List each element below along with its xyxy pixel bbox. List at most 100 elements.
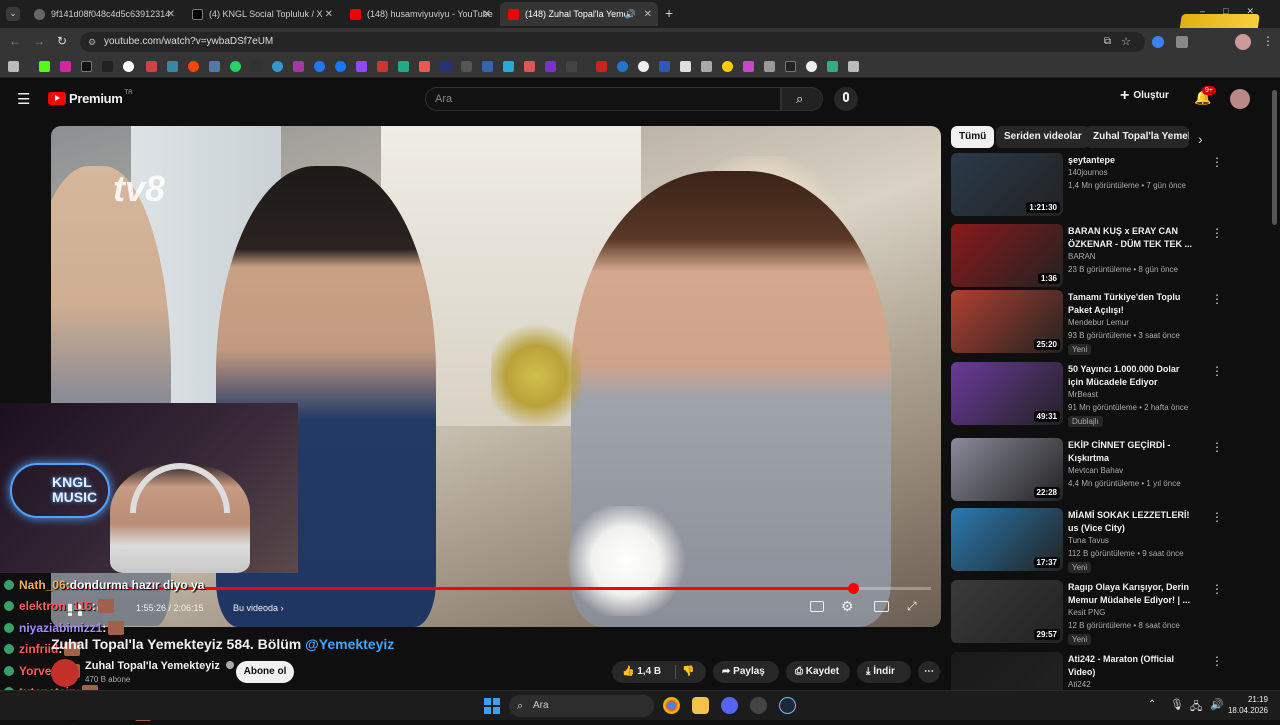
recommended-video[interactable]: 1:36 BARAN KUŞ x ERAY CAN ÖZKENAR - DÜM T… — [951, 224, 1271, 290]
fullscreen-icon[interactable]: ⤢ — [907, 599, 917, 614]
channel-name[interactable]: Tuna Tavus — [1068, 536, 1109, 545]
share-button[interactable]: ➦ Paylaş — [713, 661, 779, 683]
video-title[interactable]: Ati242 - Maraton (Official Video) — [1068, 653, 1193, 679]
channel-name[interactable]: Zuhal Topal'la Yemekteyiz — [85, 660, 234, 672]
bookmark-icon[interactable] — [251, 61, 262, 72]
close-icon[interactable]: ✕ — [644, 9, 652, 20]
bookmark-icon[interactable] — [785, 61, 796, 72]
chevron-right-icon[interactable]: › — [1198, 131, 1203, 147]
recommended-video[interactable]: 22:28 EKİP CİNNET GEÇİRDİ - Kışkırtma Mevt… — [951, 438, 1271, 504]
kick-icon[interactable] — [39, 61, 50, 72]
apps-icon[interactable] — [8, 61, 19, 72]
forward-icon[interactable]: → — [33, 34, 45, 48]
more-options-icon[interactable]: ⋮ — [1211, 155, 1223, 169]
more-options-icon[interactable]: ⋮ — [1211, 226, 1223, 240]
browser-tab[interactable]: (148) husamviyuviyu - YouTube ✕ — [342, 2, 497, 26]
instagram-icon[interactable] — [60, 61, 71, 72]
bookmark-icon[interactable] — [461, 61, 472, 72]
browser-tab-active[interactable]: (148) Zuhal Topal'la Yemek 🔊 ✕ — [500, 2, 658, 26]
windows-start-icon[interactable] — [484, 698, 500, 714]
video-thumbnail[interactable]: 22:28 — [951, 438, 1063, 501]
browser-tab[interactable]: (4) KNGL Social Topluluk / X ✕ — [184, 2, 339, 26]
channel-name[interactable]: MrBeast — [1068, 390, 1098, 399]
account-avatar[interactable] — [1230, 89, 1250, 109]
site-info-icon[interactable]: ⚙ — [88, 32, 96, 52]
bookmark-icon[interactable] — [566, 61, 577, 72]
tray-mic-icon[interactable]: 🎙 — [1170, 698, 1184, 711]
bookmark-icon[interactable] — [701, 61, 712, 72]
voice-search-button[interactable] — [834, 87, 858, 111]
channel-name[interactable]: Mevtcan Bahav — [1068, 466, 1123, 475]
progress-scrubber-handle[interactable] — [848, 583, 859, 594]
bookmark-icon[interactable] — [209, 61, 220, 72]
video-thumbnail[interactable]: 25:20 — [951, 290, 1063, 353]
bookmark-icon[interactable] — [764, 61, 775, 72]
chrome-icon[interactable] — [663, 697, 680, 714]
more-options-icon[interactable]: ⋮ — [1211, 292, 1223, 306]
x-icon[interactable] — [81, 61, 92, 72]
bookmark-icon[interactable] — [680, 61, 691, 72]
video-thumbnail[interactable]: 1:36 — [951, 224, 1063, 287]
more-options-icon[interactable]: ⋮ — [1211, 510, 1223, 524]
bookmark-icon[interactable] — [419, 61, 430, 72]
bookmark-icon[interactable] — [638, 61, 649, 72]
app-icon[interactable] — [750, 697, 767, 714]
bookmark-icon[interactable] — [743, 61, 754, 72]
twitch-icon[interactable] — [356, 61, 367, 72]
channel-avatar[interactable] — [51, 659, 79, 687]
url-field[interactable]: ⚙ youtube.com/watch?v=ywbaDSf7eUM ⧉ ☆ — [80, 32, 1145, 52]
video-title[interactable]: Tamamı Türkiye'den Toplu Paket Açılışı! — [1068, 291, 1193, 317]
channel-tag-link[interactable]: @Yemekteyiz — [305, 636, 394, 652]
bookmark-icon[interactable] — [440, 61, 451, 72]
video-title[interactable]: MİAMİ SOKAK LEZZETLERİ! us (Vice City) — [1068, 509, 1193, 535]
file-explorer-icon[interactable] — [692, 697, 709, 714]
recommended-video[interactable]: 1:21:30 şeytantepe 140journos 1,4 Mn görünt… — [951, 153, 1271, 219]
more-actions-button[interactable]: ⋯ — [918, 661, 940, 683]
whatsapp-icon[interactable] — [230, 61, 241, 72]
profile-avatar[interactable] — [1235, 34, 1251, 50]
channel-name[interactable]: Kesit PNG — [1068, 608, 1105, 617]
bookmark-icon[interactable] — [377, 61, 388, 72]
channel-name[interactable]: BARAN — [1068, 252, 1096, 261]
search-input[interactable]: Ara — [425, 87, 781, 111]
chip-series-videos[interactable]: Seriden videolar — [996, 126, 1090, 148]
reddit-icon[interactable] — [188, 61, 199, 72]
page-scrollbar[interactable] — [1272, 90, 1277, 225]
bookmark-icon[interactable] — [722, 61, 733, 72]
bookmark-icon[interactable] — [503, 61, 514, 72]
notifications-button[interactable]: 🔔 9+ — [1194, 86, 1216, 107]
speaker-icon[interactable]: 🔊 — [625, 9, 636, 20]
bookmark-icon[interactable] — [827, 61, 838, 72]
discord-icon[interactable] — [721, 697, 738, 714]
bookmark-icon[interactable] — [545, 61, 556, 72]
youtube-logo[interactable]: Premium TR — [48, 90, 133, 106]
clock-time[interactable]: 21:19 — [1240, 695, 1268, 704]
bookmark-icon[interactable] — [314, 61, 325, 72]
reload-icon[interactable]: ↻ — [57, 34, 67, 48]
google-icon[interactable] — [123, 61, 134, 72]
video-title[interactable]: BARAN KUŞ x ERAY CAN ÖZKENAR - DÜM TEK T… — [1068, 225, 1193, 251]
download-button[interactable]: ⤓ İndir — [857, 661, 911, 683]
channel-name[interactable]: 140journos — [1068, 168, 1108, 177]
video-thumbnail[interactable]: 29:57 — [951, 580, 1063, 643]
extension-icon[interactable] — [1152, 36, 1164, 48]
more-options-icon[interactable]: ⋮ — [1211, 582, 1223, 596]
recommended-video[interactable]: 29:57 Ragıp Olaya Karışıyor, Derin Memur … — [951, 580, 1271, 646]
video-title[interactable]: EKİP CİNNET GEÇİRDİ - Kışkırtma — [1068, 439, 1193, 465]
puzzle-icon[interactable] — [1176, 36, 1188, 48]
bookmark-icon[interactable] — [617, 61, 628, 72]
video-thumbnail[interactable]: 1:21:30 — [951, 153, 1063, 216]
taskbar-search[interactable]: ⌕ Ara — [509, 695, 654, 717]
close-icon[interactable]: ✕ — [325, 9, 333, 20]
search-button[interactable]: ⌕ — [781, 87, 823, 111]
window-controls[interactable]: –□✕ — [1200, 6, 1272, 17]
create-button[interactable]: + Oluştur — [1120, 87, 1169, 103]
browser-tab[interactable]: 9f141d08f048c4d5c63912314 ✕ — [26, 2, 181, 26]
new-tab-button[interactable]: + — [665, 5, 673, 21]
tiktok-icon[interactable] — [102, 61, 113, 72]
browser-menu-icon[interactable]: ⋮ — [1262, 34, 1274, 48]
save-button[interactable]: ⎙ Kaydet — [786, 661, 850, 683]
bookmark-icon[interactable] — [524, 61, 535, 72]
recommended-video[interactable]: 17:37 MİAMİ SOKAK LEZZETLERİ! us (Vice Ci… — [951, 508, 1271, 574]
close-icon[interactable]: ✕ — [483, 9, 491, 20]
